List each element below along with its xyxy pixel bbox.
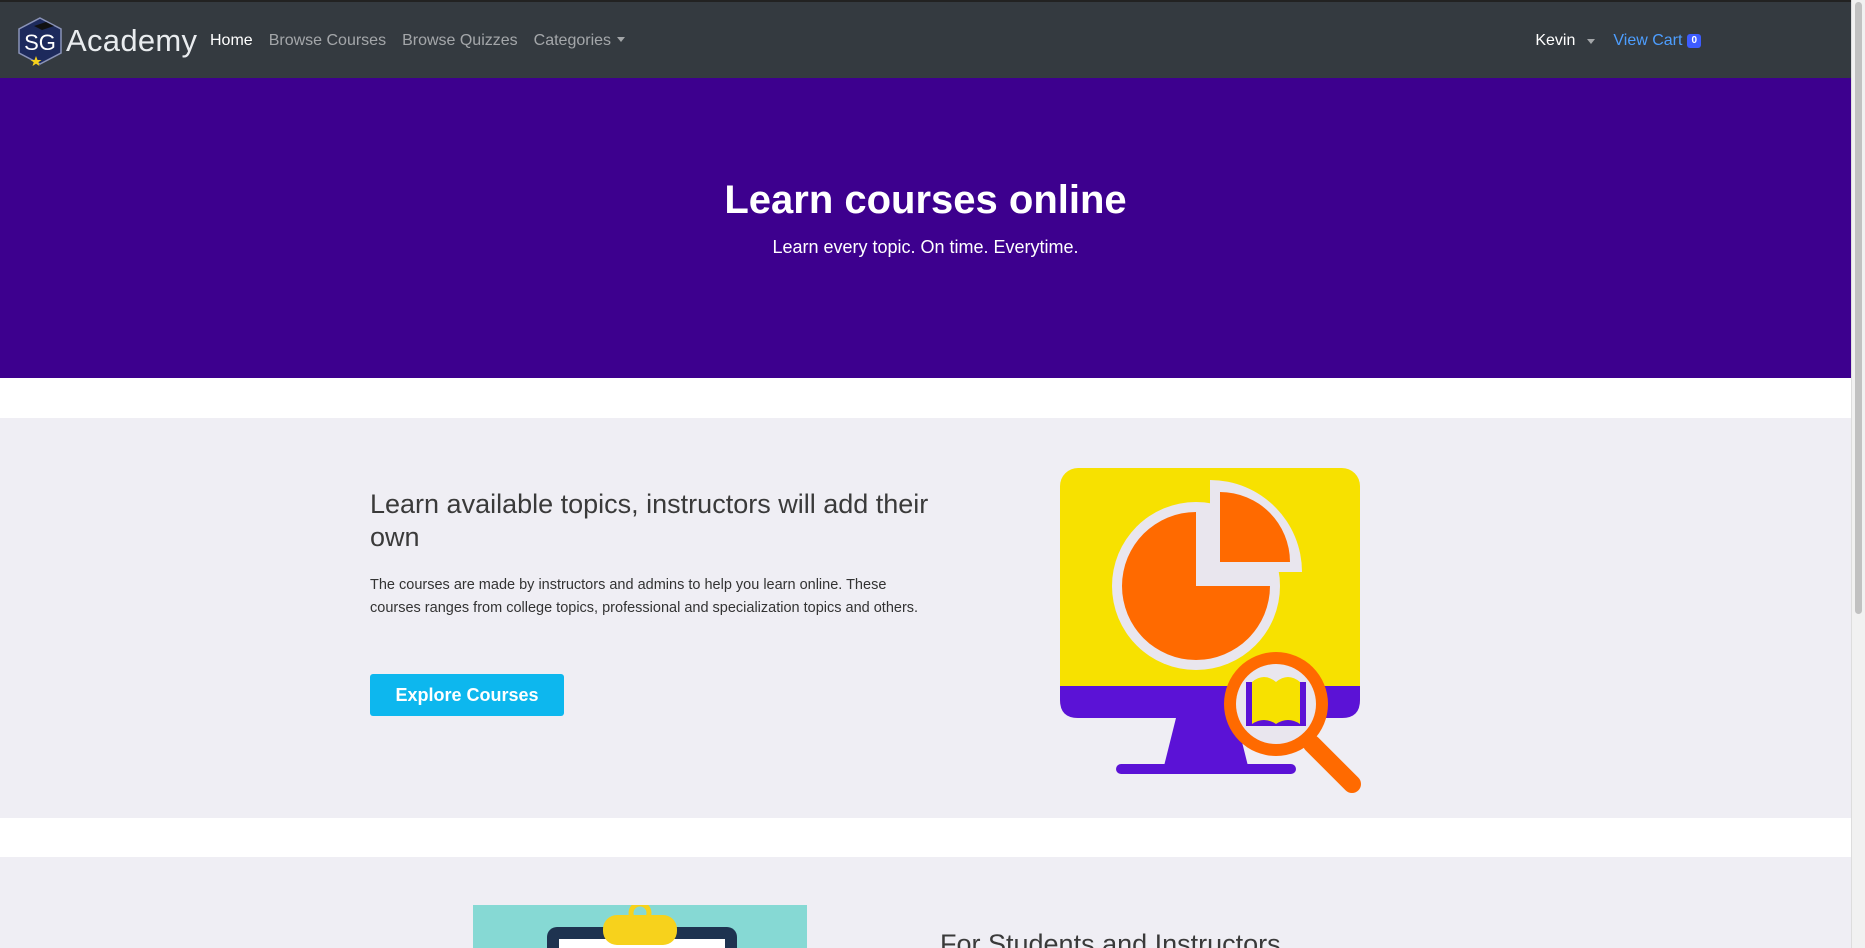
nav-browse-courses[interactable]: Browse Courses [269,32,386,50]
hero-subtitle: Learn every topic. On time. Everytime. [772,237,1079,257]
user-menu-dropdown[interactable]: Kevin [1535,32,1596,50]
hero-title: Learn courses online [724,178,1127,222]
page-scrollbar[interactable] [1851,0,1865,948]
nav-right: Kevin View Cart 0 [1535,2,1701,80]
cart-count-badge: 0 [1687,34,1701,48]
nav-categories-dropdown[interactable]: Categories [533,32,626,50]
main-nav: Home Browse Courses Browse Quizzes Categ… [210,2,641,80]
brand-name: Academy [66,23,198,58]
nav-categories-label: Categories [533,32,612,49]
cart-label: View Cart [1613,32,1683,49]
scrollbar-thumb[interactable] [1855,2,1862,614]
computer-analytics-illustration [1060,468,1361,793]
explore-courses-button[interactable]: Explore Courses [370,674,564,716]
caret-down-icon [1587,38,1596,44]
hero-banner: Learn courses online Learn every topic. … [0,78,1851,378]
nav-home[interactable]: Home [210,32,253,50]
section-description: The courses are made by instructors and … [370,577,919,616]
academy-logo-icon: SG [18,17,62,66]
user-name: Kevin [1535,32,1576,49]
learn-topics-section: Learn available topics, instructors will… [0,418,1851,818]
svg-text:SG: SG [24,30,56,55]
clipboard-illustration [473,905,807,948]
students-instructors-section: For Students and Instructors [0,857,1851,948]
brand-link[interactable]: SG Academy [16,16,197,66]
nav-browse-quizzes[interactable]: Browse Quizzes [402,32,518,50]
section-heading: For Students and Instructors [940,929,1281,948]
caret-down-icon [617,37,626,42]
section-heading: Learn available topics, instructors will… [370,489,929,552]
navbar: SG Academy Home Browse Courses Browse Qu… [0,0,1851,78]
view-cart-link[interactable]: View Cart 0 [1613,32,1701,50]
